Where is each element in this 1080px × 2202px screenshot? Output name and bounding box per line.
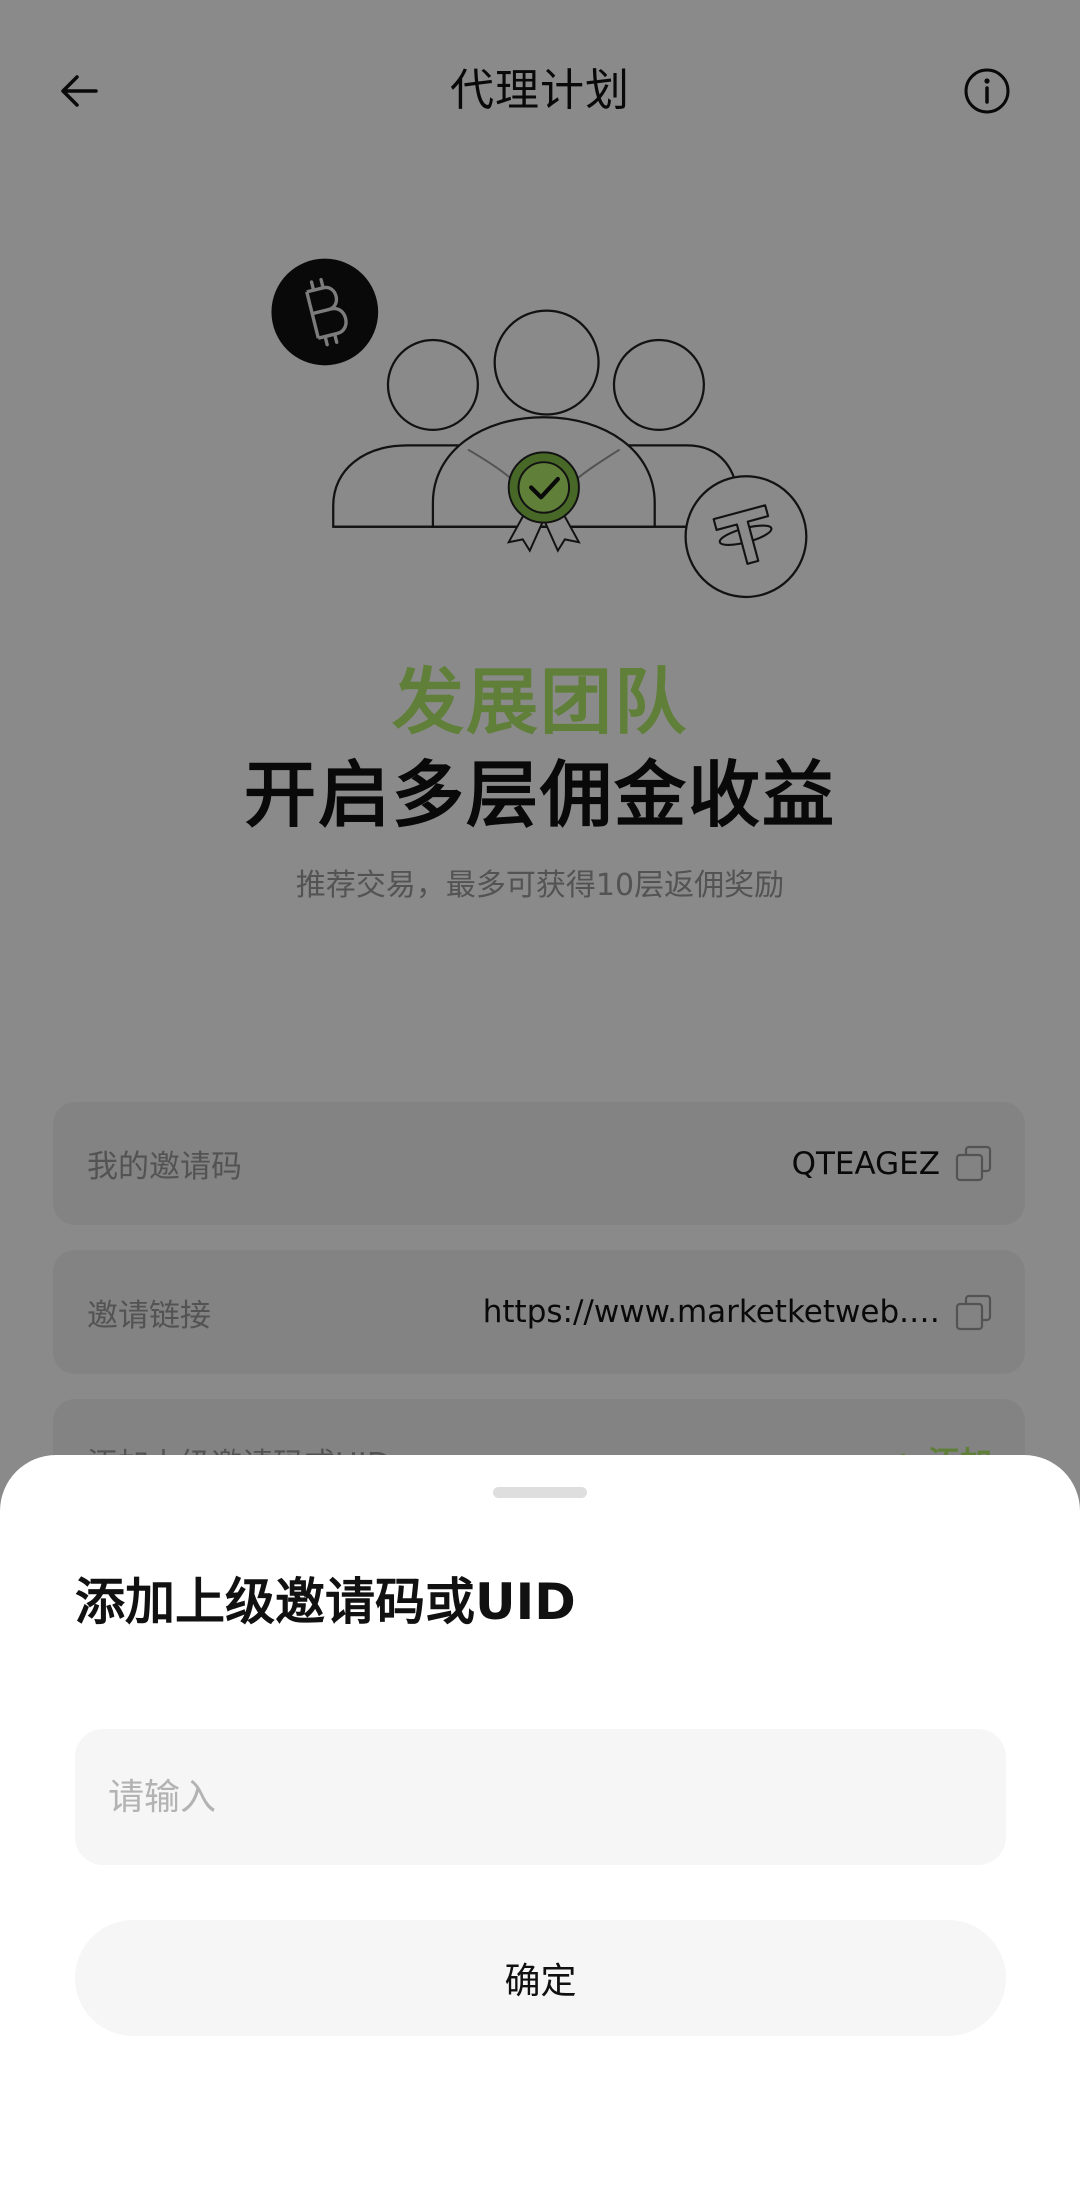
referrer-code-input[interactable] [75,1729,1006,1865]
sheet-drag-handle[interactable] [493,1487,587,1498]
sheet-title: 添加上级邀请码或UID [75,1573,576,1631]
confirm-button[interactable]: 确定 [75,1920,1006,2036]
agent-program-page: 代理计划 发展团队 开启多层佣金收益 推荐交易，最多可获得10层返佣奖励 我的邀… [0,0,1080,2202]
add-referrer-sheet: 添加上级邀请码或UID 确定 [0,1455,1080,2202]
